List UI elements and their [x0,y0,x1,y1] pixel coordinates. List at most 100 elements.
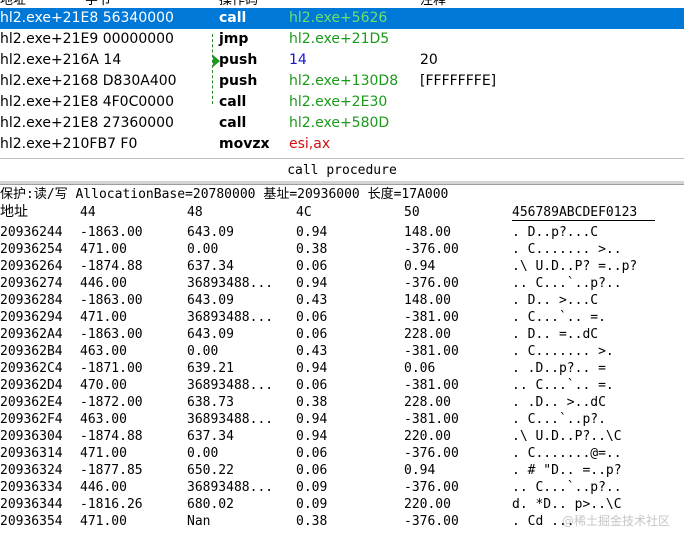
disasm-operand: hl2.exe+580D [289,115,390,131]
col-address[interactable]: 地址 [0,204,28,221]
cell-50: -376.00 [404,514,459,529]
cell-48: 36893488... [187,276,274,291]
cell-48: 643.09 [187,225,234,240]
disasm-row[interactable]: hl2.exe+21E8 27360000 call hl2.exe+580D [0,113,684,134]
memory-row[interactable]: 20936264 -1874.88 637.34 0.06 0.94 .\ U.D..P?… [0,258,684,275]
header-address[interactable]: 地址 [0,0,26,8]
disasm-address: hl2.exe+21E8 56340000 [0,10,174,26]
cell-50: 228.00 [404,395,451,410]
cell-4c: 0.06 [296,463,328,478]
memory-dump-pane[interactable]: 保护:读/写 AllocationBase=20780000 基址=209360… [0,186,684,533]
cell-44: 471.00 [80,310,127,325]
cell-44: 471.00 [80,446,127,461]
col-ascii[interactable]: 456789ABCDEF0123 [512,204,637,221]
disasm-mnemonic: push [219,73,258,89]
memory-row[interactable]: 209362D4 470.00 36893488... 0.06 -381.00 .. C… [0,377,684,394]
memory-row[interactable]: 209362A4 -1863.00 643.09 0.06 228.00 . D.. =.… [0,326,684,343]
disasm-operand: 14 [289,52,307,68]
disasm-header: 地址 字节 操作码 注释 [0,0,684,8]
jump-arrow-line [212,34,213,104]
cell-44: -1874.88 [80,429,143,444]
splitter[interactable] [0,181,684,185]
memory-row[interactable]: 20936294 471.00 36893488... 0.06 -381.00 . C.… [0,309,684,326]
cell-44: -1863.00 [80,327,143,342]
memory-row[interactable]: 20936334 446.00 36893488... 0.09 -376.00 .. C… [0,479,684,496]
disasm-address: hl2.exe+210FB7 F0 [0,136,138,152]
disasm-mnemonic: call [219,94,247,110]
cell-48: 36893488... [187,480,274,495]
disasm-row[interactable]: hl2.exe+21E8 4F0C0000 call hl2.exe+2E30 [0,92,684,113]
memory-row[interactable]: 20936244 -1863.00 643.09 0.94 148.00 . D..p?.… [0,224,684,241]
disassembler-pane[interactable]: 地址 字节 操作码 注释 hl2.exe+21E8 56340000 call hl… [0,0,684,160]
disasm-row[interactable]: hl2.exe+21E8 56340000 call hl2.exe+5626 [0,8,684,29]
memory-row[interactable]: 20936304 -1874.88 637.34 0.94 220.00 .\ U.D..… [0,428,684,445]
memory-row[interactable]: 20936274 446.00 36893488... 0.94 -376.00 .. C… [0,275,684,292]
cell-address: 20936244 [0,225,63,240]
disasm-address: hl2.exe+216A 14 [0,52,122,68]
cell-ascii: . D..p?...C [512,225,599,240]
cell-4c: 0.09 [296,480,328,495]
cell-4c: 0.09 [296,497,328,512]
cell-50: 228.00 [404,327,451,342]
memory-row[interactable]: 20936344 -1816.26 680.02 0.09 220.00 d. *D.. … [0,496,684,513]
cell-4c: 0.06 [296,446,328,461]
cell-44: -1871.00 [80,361,143,376]
cell-44: 463.00 [80,412,127,427]
cell-44: 446.00 [80,276,127,291]
cell-44: 463.00 [80,344,127,359]
disasm-row[interactable]: hl2.exe+210FB7 F0 movzx esi,ax [0,134,684,155]
disasm-row[interactable]: hl2.exe+21E9 00000000 jmp hl2.exe+21D5 [0,29,684,50]
cell-ascii: . # "D.. =..p? [512,463,622,478]
disasm-comment: [FFFFFFFE] [420,73,497,89]
disasm-operand: hl2.exe+5626 [289,10,388,26]
cell-address: 20936264 [0,259,63,274]
cell-ascii: .\ U.D..P? =..p? [512,259,638,274]
memory-row[interactable]: 209362C4 -1871.00 639.21 0.94 0.06 . .D..p?..… [0,360,684,377]
cell-50: 0.94 [404,259,436,274]
cell-44: -1816.26 [80,497,143,512]
cell-address: 20936274 [0,276,63,291]
header-comment[interactable]: 注释 [420,0,446,8]
col-50[interactable]: 50 [404,204,420,221]
memory-row[interactable]: 20936324 -1877.85 650.22 0.06 0.94 . # "D.. =… [0,462,684,479]
memory-row[interactable]: 20936284 -1863.00 643.09 0.43 148.00 . D.. >.… [0,292,684,309]
cell-4c: 0.94 [296,361,328,376]
cell-50: -381.00 [404,344,459,359]
cell-48: 638.73 [187,395,234,410]
cell-address: 209362D4 [0,378,63,393]
cell-48: 36893488... [187,412,274,427]
disasm-operand: hl2.exe+130D8 [289,73,399,89]
cell-4c: 0.94 [296,225,328,240]
col-48[interactable]: 48 [187,204,203,221]
cell-44: 471.00 [80,242,127,257]
header-mnemonic[interactable]: 操作码 [219,0,258,8]
cell-4c: 0.43 [296,293,328,308]
cell-ascii: . D.. =..dC [512,327,599,342]
cell-44: -1877.85 [80,463,143,478]
memory-row[interactable]: 209362F4 463.00 36893488... 0.94 -381.00 . C.… [0,411,684,428]
cell-48: 650.22 [187,463,234,478]
cell-48: 36893488... [187,310,274,325]
disasm-row[interactable]: hl2.exe+216A 14 push 14 20 [0,50,684,71]
cell-address: 209362C4 [0,361,63,376]
cell-ascii: d. *D.. p>..\C [512,497,622,512]
cell-4c: 0.94 [296,429,328,444]
disasm-operand: hl2.exe+2E30 [289,94,388,110]
col-4c[interactable]: 4C [296,204,312,221]
memory-column-header: 地址 44 48 4C 50 456789ABCDEF0123 [0,204,684,221]
memory-row[interactable]: 20936254 471.00 0.00 0.38 -376.00 . C....... … [0,241,684,258]
cell-4c: 0.06 [296,259,328,274]
cell-44: -1874.88 [80,259,143,274]
cell-ascii: .. C...`.. =. [512,378,614,393]
disasm-address: hl2.exe+21E8 4F0C0000 [0,94,174,110]
cell-48: 0.00 [187,446,219,461]
disasm-row[interactable]: hl2.exe+2168 D830A400 push hl2.exe+130D8 [F… [0,71,684,92]
memory-row[interactable]: 209362E4 -1872.00 638.73 0.38 228.00 . .D.. >… [0,394,684,411]
col-44[interactable]: 44 [80,204,96,221]
memory-row[interactable]: 20936314 471.00 0.00 0.06 -376.00 . C.......@… [0,445,684,462]
memory-row[interactable]: 209362B4 463.00 0.00 0.43 -381.00 . C....... … [0,343,684,360]
header-bytes[interactable]: 字节 [85,0,111,8]
cell-4c: 0.06 [296,310,328,325]
cell-44: -1863.00 [80,293,143,308]
cell-address: 20936324 [0,463,63,478]
